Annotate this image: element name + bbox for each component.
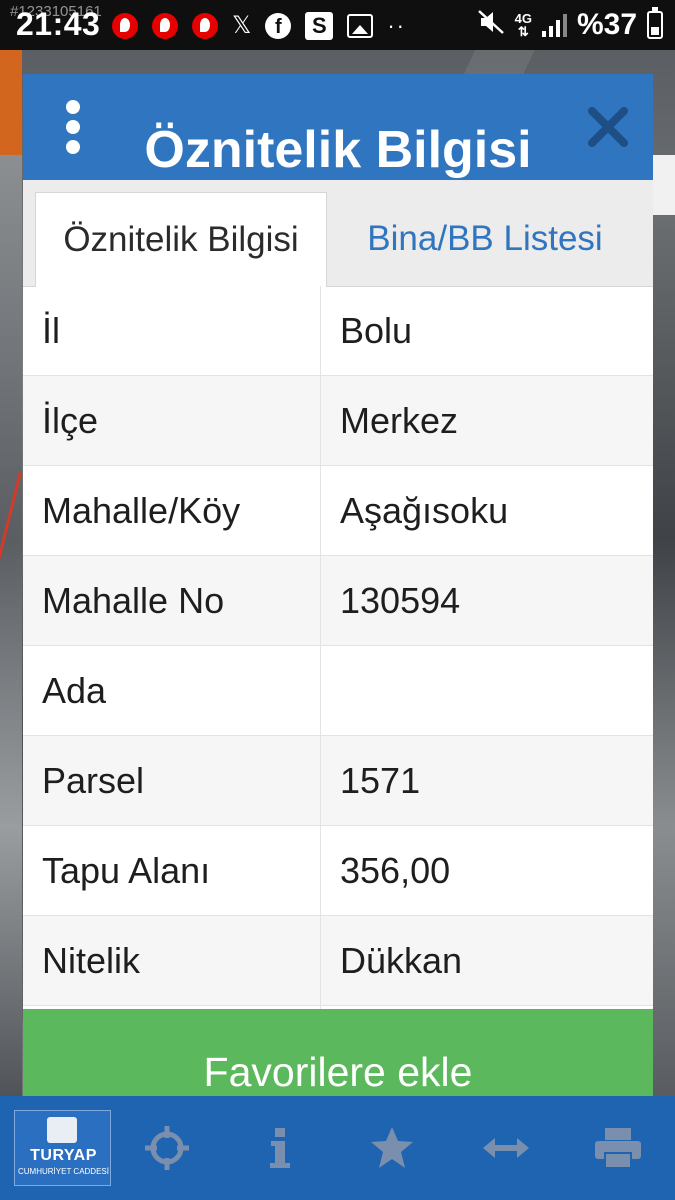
table-row: Parsel 1571 [23,736,653,826]
handshake-icon [47,1117,77,1143]
image-icon [347,14,374,38]
battery-icon [647,7,663,39]
battery-percent: %37 [576,8,637,41]
measure-icon[interactable] [481,1126,531,1170]
table-row: İlçe Merkez [23,376,653,466]
tab-attribute-info[interactable]: Öznitelik Bilgisi [35,192,327,287]
row-value: 130594 [340,579,461,621]
tab-building-list[interactable]: Bina/BB Listesi [329,192,641,286]
facebook-icon: f [265,13,292,39]
close-icon[interactable] [585,104,631,150]
table-row: Mahalle No 130594 [23,556,653,646]
table-row: İl Bolu [23,286,653,376]
print-icon[interactable] [593,1126,643,1170]
row-value: Merkez [340,399,459,441]
row-value: 1571 [340,759,421,801]
row-key: Mahalle No [23,556,321,645]
row-value [321,646,653,735]
data-arrows-icon: ⇅ [517,24,529,39]
signal-icon [541,13,567,37]
map-right-edge [653,155,675,1115]
attribute-table: İl Bolu İlçe Merkez Mahalle/Köy Aşağısok… [23,286,653,1096]
row-key: Parsel [23,736,321,825]
status-bar: #1233105161 21:43 𝕏 f S ·· 4G ⇅ %37 [0,0,675,50]
turyap-logo: TURYAP CUMHURİYET CADDESİ [14,1110,111,1186]
notification-icons: 𝕏 f S ·· [112,10,406,42]
row-key: Tapu Alanı [23,826,321,915]
row-key: Nitelik [23,916,321,1005]
row-value: Aşağısoku [340,489,509,531]
dialog-title: Öznitelik Bilgisi [144,121,532,179]
x-icon: 𝕏 [232,12,252,39]
map-highlight-area [0,50,22,155]
tab-bar: Öznitelik Bilgisi Bina/BB Listesi [23,180,653,287]
logo-main-text: TURYAP [30,1147,97,1164]
map-left-edge [0,155,22,1115]
more-dots-icon: ·· [387,13,406,38]
vodafone-icon [192,13,218,39]
crosshair-icon[interactable] [142,1126,192,1170]
table-row: Nitelik Dükkan [23,916,653,1006]
attribute-dialog: Öznitelik Bilgisi Öznitelik Bilgisi Bina… [23,74,653,1136]
table-row: Tapu Alanı 356,00 [23,826,653,916]
row-key: İl [23,286,321,375]
row-value: 356,00 [340,849,451,891]
row-key: İlçe [23,376,321,465]
row-value: Bolu [340,309,413,351]
status-right: 4G ⇅ %37 [477,6,663,44]
row-key: Mahalle/Köy [23,466,321,555]
table-row: Mahalle/Köy Aşağısoku [23,466,653,556]
network-type: 4G ⇅ [515,12,532,38]
table-row: Ada [23,646,653,736]
vodafone-icon [152,13,178,39]
row-key: Ada [23,646,321,735]
logo-sub-text: CUMHURİYET CADDESİ [18,1167,109,1176]
mute-icon [477,9,505,42]
vodafone-icon [112,13,138,39]
dialog-header: Öznitelik Bilgisi [23,74,653,180]
status-time: 21:43 [16,6,101,42]
star-icon[interactable] [367,1126,417,1170]
s-app-icon: S [305,12,334,40]
info-icon[interactable] [255,1126,305,1170]
row-value: Dükkan [340,939,463,981]
